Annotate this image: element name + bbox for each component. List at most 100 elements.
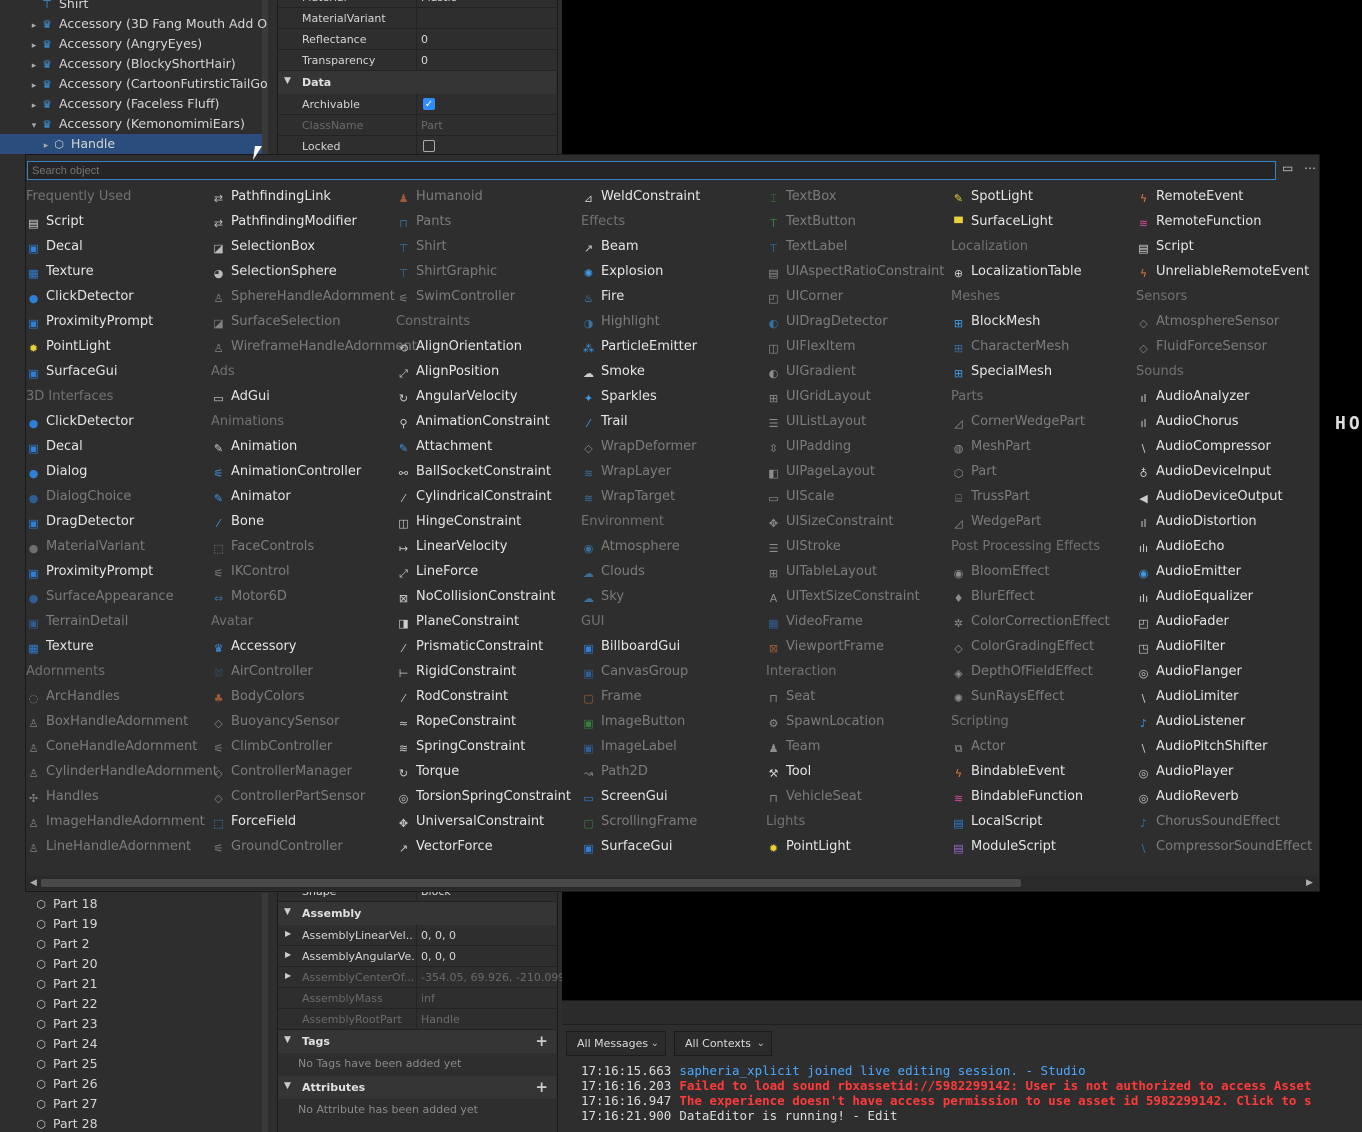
insert-object-highlight[interactable]: ◑ Highlight — [581, 309, 771, 334]
insert-object-spotlight[interactable]: ✎ SpotLight — [951, 184, 1141, 209]
insert-object-colorgradingeffect[interactable]: ◇ ColorGradingEffect — [951, 634, 1141, 659]
insert-object-universalconstraint[interactable]: ✥ UniversalConstraint — [396, 809, 586, 834]
add-attributes-button[interactable]: + — [535, 1078, 548, 1096]
insert-object-localscript[interactable]: ▤ LocalScript — [951, 809, 1141, 834]
expand-arrow-icon[interactable]: ▸ — [28, 16, 40, 36]
insert-object-trail[interactable]: ⁄ Trail — [581, 409, 771, 434]
insert-object-alignorientation[interactable]: ⟲ AlignOrientation — [396, 334, 586, 359]
insert-object-textbutton[interactable]: T TextButton — [766, 209, 956, 234]
insert-object-springconstraint[interactable]: ≋ SpringConstraint — [396, 734, 586, 759]
insert-object-proximityprompt[interactable]: ▣ ProximityPrompt — [26, 559, 216, 584]
explorer-row[interactable]: ⬡ Part 21 — [34, 974, 97, 994]
insert-object-wedgepart[interactable]: ◿ WedgePart — [951, 509, 1141, 534]
scroll-right-icon[interactable]: ▶ — [1306, 876, 1313, 890]
insert-object-surfaceappearance[interactable]: ● SurfaceAppearance — [26, 584, 216, 609]
insert-object-conehandleadornment[interactable]: ♙ ConeHandleAdornment — [26, 734, 216, 759]
insert-object-climbcontroller[interactable]: ⚟ ClimbController — [211, 734, 401, 759]
insert-object-ropeconstraint[interactable]: ≈ RopeConstraint — [396, 709, 586, 734]
insert-object-facecontrols[interactable]: ⬚ FaceControls — [211, 534, 401, 559]
insert-object-sparkles[interactable]: ✦ Sparkles — [581, 384, 771, 409]
expand-arrow-icon[interactable]: ▸ — [28, 76, 40, 96]
insert-object-beam[interactable]: ↗ Beam — [581, 234, 771, 259]
insert-object-texture[interactable]: ▦ Texture — [26, 634, 216, 659]
insert-object-audiolimiter[interactable]: \ AudioLimiter — [1136, 684, 1326, 709]
property-row[interactable]: AssemblyRootPart Handle — [278, 1009, 556, 1030]
insert-object-wraplayer[interactable]: ≋ WrapLayer — [581, 459, 771, 484]
insert-object-dialog[interactable]: ● Dialog — [26, 459, 216, 484]
insert-object-animationcontroller[interactable]: ⚟ AnimationController — [211, 459, 401, 484]
insert-object-uicorner[interactable]: ◰ UICorner — [766, 284, 956, 309]
insert-object-audioemitter[interactable]: ◉ AudioEmitter — [1136, 559, 1326, 584]
insert-object-colorcorrectioneffect[interactable]: ✲ ColorCorrectionEffect — [951, 609, 1141, 634]
insert-object-part[interactable]: ⬡ Part — [951, 459, 1141, 484]
insert-object-uitablelayout[interactable]: ⊞ UITableLayout — [766, 559, 956, 584]
insert-object-uiscale[interactable]: ▭ UIScale — [766, 484, 956, 509]
insert-object-boxhandleadornment[interactable]: ♙ BoxHandleAdornment — [26, 709, 216, 734]
expand-arrow-icon[interactable]: ▾ — [28, 116, 40, 136]
property-row[interactable]: ClassName Part — [278, 115, 556, 136]
insert-object-bloomeffect[interactable]: ◉ BloomEffect — [951, 559, 1141, 584]
explorer-row[interactable]: ▸ ♛ Accessory (3D Fang Mouth Add O — [0, 14, 267, 36]
insert-object-audioreverb[interactable]: ◎ AudioReverb — [1136, 784, 1326, 809]
insert-object-alignposition[interactable]: ⤢ AlignPosition — [396, 359, 586, 384]
insert-object-weldconstraint[interactable]: ⊿ WeldConstraint — [581, 184, 771, 209]
property-row[interactable]: Reflectance 0 — [278, 29, 556, 50]
insert-object-shirtgraphic[interactable]: ⊤ ShirtGraphic — [396, 259, 586, 284]
search-object-input[interactable] — [27, 161, 1276, 180]
explorer-row[interactable]: ⬡ Part 18 — [34, 894, 97, 914]
insert-object-modulescript[interactable]: ▤ ModuleScript — [951, 834, 1141, 859]
collapse-arrow-icon[interactable]: ▼ — [284, 1035, 291, 1045]
insert-object-blockmesh[interactable]: ⊞ BlockMesh — [951, 309, 1141, 334]
property-value[interactable]: Handle — [421, 1013, 460, 1026]
expand-arrow-icon[interactable]: ▶ — [285, 929, 291, 938]
insert-object-pointlight[interactable]: ✹ PointLight — [26, 334, 216, 359]
insert-object-audioplayer[interactable]: ◎ AudioPlayer — [1136, 759, 1326, 784]
insert-object-smoke[interactable]: ☁ Smoke — [581, 359, 771, 384]
insert-object-audioflanger[interactable]: ◎ AudioFlanger — [1136, 659, 1326, 684]
property-row[interactable]: ▶ AssemblyLinearVel... 0, 0, 0 — [278, 925, 556, 946]
insert-object-prismaticconstraint[interactable]: ⁄ PrismaticConstraint — [396, 634, 586, 659]
insert-object-bodycolors[interactable]: ♣ BodyColors — [211, 684, 401, 709]
insert-object-frame[interactable]: ▢ Frame — [581, 684, 771, 709]
explorer-row[interactable]: ⬡ Part 20 — [34, 954, 97, 974]
insert-object-seat[interactable]: ⊓ Seat — [766, 684, 956, 709]
collapse-arrow-icon[interactable]: ▼ — [284, 76, 291, 86]
property-row[interactable]: Material Plastic — [278, 0, 556, 8]
insert-object-surfaceselection[interactable]: ◪ SurfaceSelection — [211, 309, 401, 334]
insert-object-bindablefunction[interactable]: ≋ BindableFunction — [951, 784, 1141, 809]
explorer-row[interactable]: ⬡ Part 28 — [34, 1114, 97, 1132]
insert-object-surfacelight[interactable]: ▀ SurfaceLight — [951, 209, 1141, 234]
insert-object-ballsocketconstraint[interactable]: ⚯ BallSocketConstraint — [396, 459, 586, 484]
insert-object-lineforce[interactable]: ⤢ LineForce — [396, 559, 586, 584]
explorer-row[interactable]: ⬡ Part 25 — [34, 1054, 97, 1074]
insert-object-shirt[interactable]: ⊤ Shirt — [396, 234, 586, 259]
insert-object-uigridlayout[interactable]: ⊞ UIGridLayout — [766, 384, 956, 409]
insert-object-vectorforce[interactable]: ↗ VectorForce — [396, 834, 586, 859]
insert-object-animationconstraint[interactable]: ⚲ AnimationConstraint — [396, 409, 586, 434]
property-value[interactable]: -354.05, 69.926, -210.099 — [421, 971, 565, 984]
insert-object-actor[interactable]: ⧉ Actor — [951, 734, 1141, 759]
insert-object-rodconstraint[interactable]: ⁄ RodConstraint — [396, 684, 586, 709]
insert-object-selectionsphere[interactable]: ◕ SelectionSphere — [211, 259, 401, 284]
insert-object-fluidforcesensor[interactable]: ◇ FluidForceSensor — [1136, 334, 1326, 359]
explorer-row[interactable]: ⬡ Part 27 — [34, 1094, 97, 1114]
insert-object-proximityprompt[interactable]: ▣ ProximityPrompt — [26, 309, 216, 334]
insert-object-adgui[interactable]: ▭ AdGui — [211, 384, 401, 409]
insert-object-textbox[interactable]: ⌶ TextBox — [766, 184, 956, 209]
explorer-row[interactable]: ▸ ♛ Accessory (BlockyShortHair) — [0, 54, 262, 74]
insert-object-explosion[interactable]: ✺ Explosion — [581, 259, 771, 284]
scroll-left-icon[interactable]: ◀ — [30, 876, 37, 890]
explorer-row[interactable]: ▸ ♛ Accessory (AngryEyes) — [0, 34, 262, 54]
insert-object-forcefield[interactable]: ⬚ ForceField — [211, 809, 401, 834]
insert-object-texture[interactable]: ▦ Texture — [26, 259, 216, 284]
property-row[interactable]: ▶ AssemblyAngularVe... 0, 0, 0 — [278, 946, 556, 967]
insert-object-angularvelocity[interactable]: ↻ AngularVelocity — [396, 384, 586, 409]
insert-object-dialogchoice[interactable]: ● DialogChoice — [26, 484, 216, 509]
view-mode-icon[interactable]: ▭ — [1282, 161, 1293, 175]
insert-object-spawnlocation[interactable]: ⚙ SpawnLocation — [766, 709, 956, 734]
insert-object-script[interactable]: ▤ Script — [26, 209, 216, 234]
insert-object-terraindetail[interactable]: ▣ TerrainDetail — [26, 609, 216, 634]
insert-object-uipagelayout[interactable]: ◧ UIPageLayout — [766, 459, 956, 484]
explorer-row[interactable]: ▸ ⬡ Handle — [0, 134, 262, 154]
expand-arrow-icon[interactable]: ▸ — [28, 56, 40, 76]
